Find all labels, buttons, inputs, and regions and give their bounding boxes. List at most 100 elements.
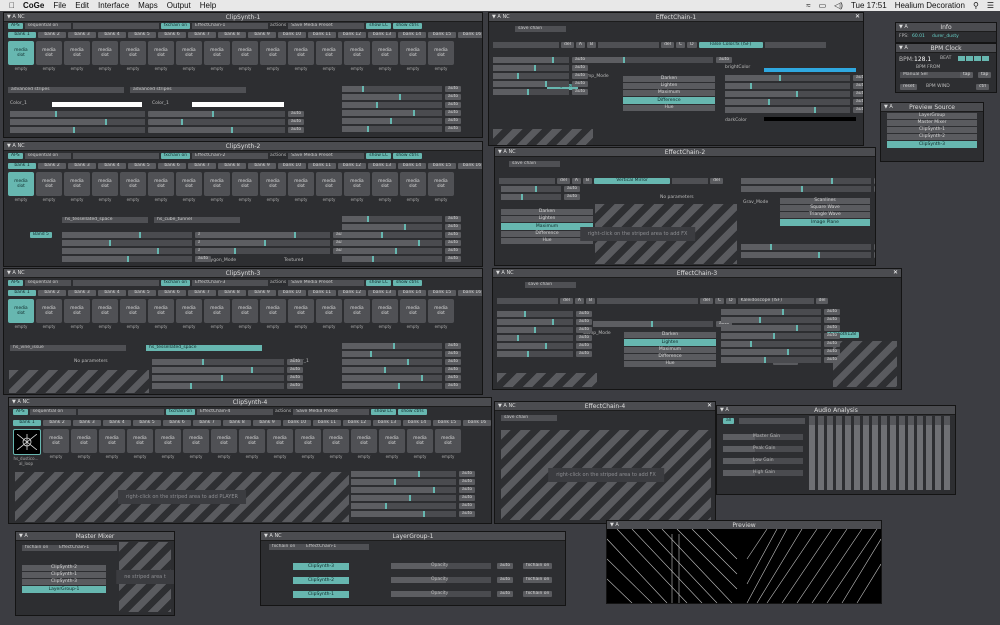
param-slider[interactable]: [493, 89, 569, 95]
param-slider[interactable]: [493, 57, 569, 63]
bank-tab[interactable]: bank 8: [218, 290, 246, 296]
bank-tab[interactable]: bank 1: [13, 420, 41, 426]
bank-tab[interactable]: bank 6: [158, 32, 186, 38]
chain-dropdown[interactable]: EffectChain-4: [197, 409, 274, 415]
param-slider[interactable]: [351, 511, 456, 517]
auto-button[interactable]: auto: [716, 57, 733, 63]
media-slot[interactable]: media slot: [428, 41, 454, 65]
param-slider[interactable]: [342, 216, 442, 222]
close-icon[interactable]: ✕: [855, 13, 860, 20]
param-slider[interactable]: [62, 256, 192, 262]
auto-button[interactable]: auto: [824, 357, 841, 363]
gmode-image-plane[interactable]: Image Plane: [780, 219, 870, 226]
reset-button[interactable]: reset: [900, 84, 918, 90]
mode-lighten[interactable]: Lighten: [501, 216, 593, 222]
media-slot[interactable]: media slot: [36, 299, 62, 323]
menu-file[interactable]: File: [53, 1, 66, 10]
media-slot[interactable]: [13, 429, 41, 455]
auto-button[interactable]: auto: [287, 383, 304, 389]
fx-striped-area[interactable]: right-click on the striped area to add F…: [501, 430, 711, 520]
bank-tab[interactable]: bank 4: [98, 290, 126, 296]
save-preset-dropdown[interactable]: Save Media Preset: [288, 280, 365, 286]
param-slider[interactable]: [150, 127, 285, 133]
bank-tab[interactable]: bank 12: [338, 32, 366, 38]
media-slot[interactable]: media slot: [428, 299, 454, 323]
bank-tab[interactable]: bank 13: [368, 290, 396, 296]
bank-tab[interactable]: bank 10: [283, 420, 311, 426]
media-slot[interactable]: media slot: [372, 41, 398, 65]
param-slider[interactable]: [497, 327, 573, 333]
bank-tab[interactable]: bank 3: [73, 420, 101, 426]
media-slot[interactable]: media slot: [351, 429, 377, 453]
media-slot[interactable]: media slot: [155, 429, 181, 453]
bank-tab[interactable]: bank 2: [43, 420, 71, 426]
param-slider[interactable]: [342, 126, 442, 132]
tap-button[interactable]: tap: [960, 72, 974, 78]
auto-button[interactable]: auto: [564, 186, 581, 192]
param-slider[interactable]: [721, 341, 821, 347]
media-slot[interactable]: media slot: [183, 429, 209, 453]
del-button-2[interactable]: del: [700, 298, 713, 304]
del-button-2[interactable]: del: [710, 178, 723, 184]
bank-tab[interactable]: bank 16: [463, 420, 491, 426]
fx-dropdown[interactable]: [499, 178, 555, 184]
false-color-fx[interactable]: False Color.fx (ISF): [698, 42, 763, 48]
param-slider[interactable]: [152, 367, 284, 373]
collapse-icon[interactable]: ▼ A NC: [498, 149, 516, 155]
auto-button[interactable]: auto: [459, 503, 476, 509]
param-2-dropdown[interactable]: hs_tessellated_space: [146, 345, 262, 351]
param-slider[interactable]: [342, 343, 442, 349]
bank-tab[interactable]: bank 6: [163, 420, 191, 426]
media-slot[interactable]: media slot: [232, 299, 258, 323]
save-chain-button[interactable]: save chain: [509, 161, 560, 167]
chain-dropdown[interactable]: EffectChain-1: [303, 544, 369, 550]
media-slot[interactable]: media slot: [344, 172, 370, 196]
save-chain-button[interactable]: save chain: [501, 415, 557, 421]
media-slot[interactable]: media slot: [36, 41, 62, 65]
bank-tab[interactable]: bank 14: [398, 290, 426, 296]
bank-tab[interactable]: bank 15: [428, 290, 456, 296]
striped-area[interactable]: [9, 370, 149, 393]
param-slider[interactable]: [342, 375, 442, 381]
param-slider[interactable]: [150, 119, 285, 125]
blank-dropdown[interactable]: [72, 23, 159, 29]
close-icon[interactable]: ✕: [707, 402, 712, 409]
sequential-dropdown[interactable]: sequential on: [24, 23, 71, 29]
audio-input-button[interactable]: all: [723, 418, 735, 424]
media-slot[interactable]: media slot: [120, 299, 146, 323]
aps-button[interactable]: APS: [8, 23, 23, 29]
bank-tab[interactable]: bank 5: [128, 163, 156, 169]
media-slot[interactable]: media slot: [400, 41, 426, 65]
auto-button[interactable]: auto: [853, 75, 863, 81]
auto-button[interactable]: auto: [445, 367, 462, 373]
param-slider[interactable]: [342, 94, 442, 100]
bank-tab[interactable]: bank 4: [98, 163, 126, 169]
param-slider[interactable]: [497, 343, 573, 349]
collapse-icon[interactable]: ▼ A NC: [492, 14, 510, 20]
media-slot[interactable]: media slot: [295, 429, 321, 453]
ctrl-button[interactable]: ctrl: [976, 84, 990, 90]
fx-dropdown-2[interactable]: [598, 42, 660, 48]
bank-tab[interactable]: bank 16: [458, 290, 482, 296]
mode-lighten[interactable]: Lighten: [623, 83, 715, 89]
a-button[interactable]: A: [575, 42, 585, 48]
media-slot[interactable]: media slot: [64, 172, 90, 196]
media-slot[interactable]: media slot: [127, 429, 153, 453]
bank-tab[interactable]: bank 10: [278, 163, 306, 169]
mode-darken[interactable]: Darken: [623, 76, 715, 82]
param-1-dropdown[interactable]: hs_vine_issue: [10, 345, 126, 351]
show-lc-button[interactable]: show LC: [371, 409, 396, 415]
mode-difference[interactable]: Difference: [624, 354, 716, 360]
bank-tab[interactable]: bank 9: [248, 290, 276, 296]
wifi-icon[interactable]: ≈: [806, 1, 810, 10]
app-menu[interactable]: CoGe: [23, 1, 44, 10]
bank-tab[interactable]: bank 5: [128, 290, 156, 296]
param-2-dropdown[interactable]: hs_cube_tunnel: [154, 217, 240, 223]
param-slider[interactable]: [721, 349, 821, 355]
bank-tab[interactable]: bank 15: [428, 32, 456, 38]
param-slider[interactable]: [741, 186, 871, 192]
auto-button[interactable]: auto: [576, 319, 593, 325]
bank-tab[interactable]: bank 8: [223, 420, 251, 426]
fxchain-button[interactable]: fxchain on: [160, 153, 191, 159]
param-slider[interactable]: [342, 367, 442, 373]
